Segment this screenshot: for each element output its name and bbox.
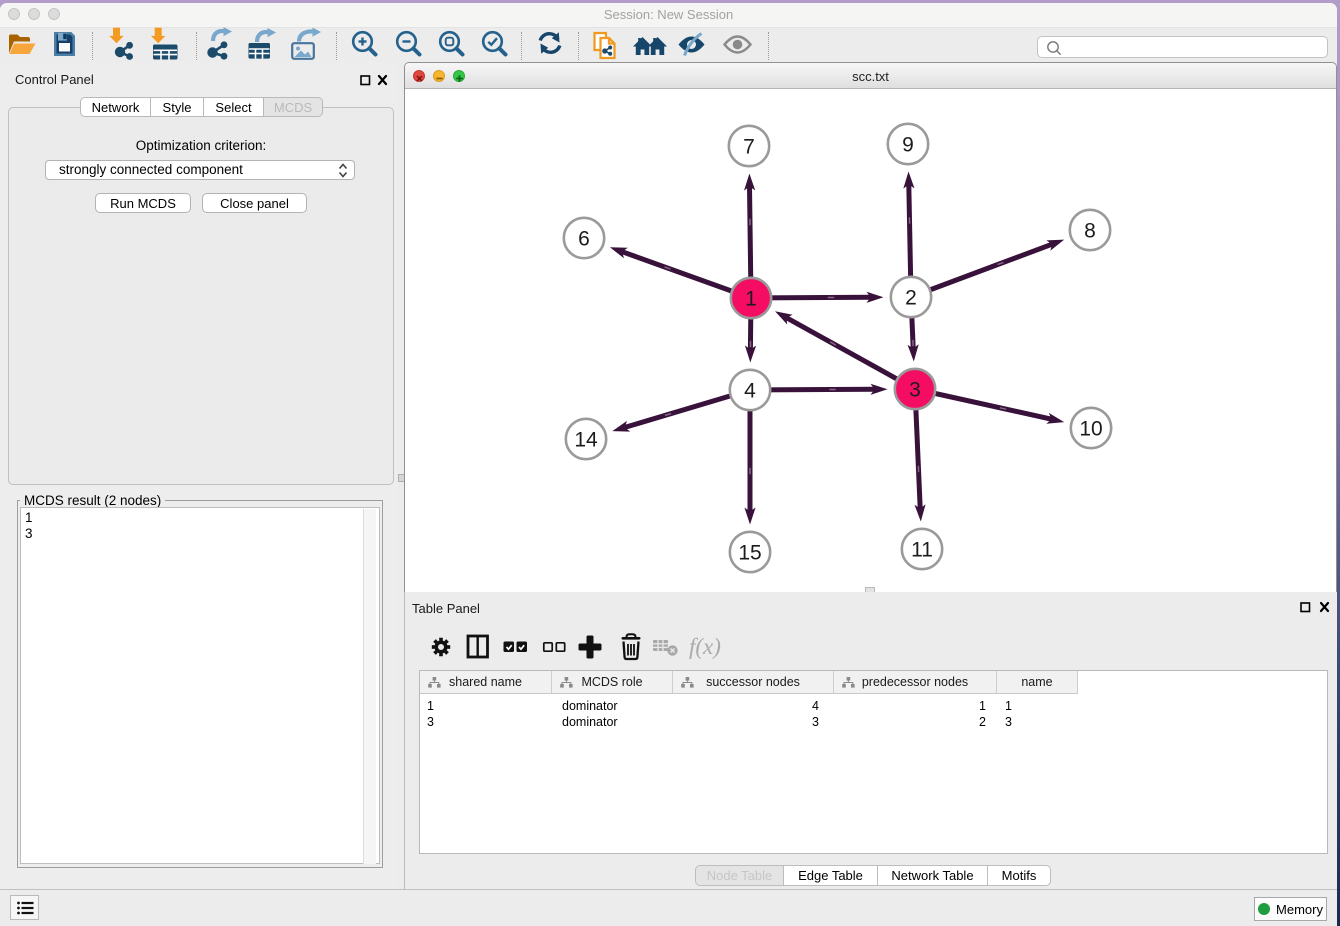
svg-text:10: 10 bbox=[1079, 418, 1102, 441]
svg-text:3: 3 bbox=[909, 379, 921, 402]
svg-text:2: 2 bbox=[905, 287, 917, 310]
svg-text:9: 9 bbox=[902, 134, 914, 157]
svg-text:11: 11 bbox=[911, 539, 933, 562]
svg-text:14: 14 bbox=[574, 429, 598, 452]
svg-text:4: 4 bbox=[744, 380, 756, 403]
svg-text:7: 7 bbox=[743, 136, 755, 159]
svg-text:1: 1 bbox=[745, 288, 757, 311]
svg-text:15: 15 bbox=[738, 542, 761, 565]
svg-text:8: 8 bbox=[1084, 220, 1096, 243]
svg-text:6: 6 bbox=[578, 228, 590, 251]
